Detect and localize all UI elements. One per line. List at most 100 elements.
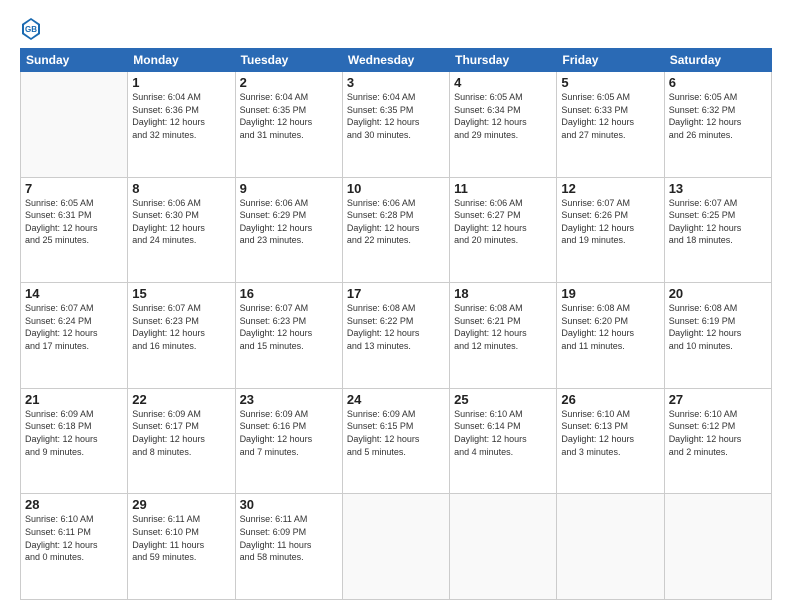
day-number: 20 (669, 286, 767, 301)
calendar-cell: 16Sunrise: 6:07 AM Sunset: 6:23 PM Dayli… (235, 283, 342, 389)
calendar-week-0: 1Sunrise: 6:04 AM Sunset: 6:36 PM Daylig… (21, 72, 772, 178)
calendar-cell: 21Sunrise: 6:09 AM Sunset: 6:18 PM Dayli… (21, 388, 128, 494)
day-info: Sunrise: 6:05 AM Sunset: 6:34 PM Dayligh… (454, 91, 552, 141)
day-number: 9 (240, 181, 338, 196)
calendar-cell: 19Sunrise: 6:08 AM Sunset: 6:20 PM Dayli… (557, 283, 664, 389)
day-number: 10 (347, 181, 445, 196)
calendar-cell: 26Sunrise: 6:10 AM Sunset: 6:13 PM Dayli… (557, 388, 664, 494)
calendar-cell: 11Sunrise: 6:06 AM Sunset: 6:27 PM Dayli… (450, 177, 557, 283)
calendar-cell: 9Sunrise: 6:06 AM Sunset: 6:29 PM Daylig… (235, 177, 342, 283)
day-info: Sunrise: 6:08 AM Sunset: 6:19 PM Dayligh… (669, 302, 767, 352)
day-info: Sunrise: 6:07 AM Sunset: 6:23 PM Dayligh… (132, 302, 230, 352)
calendar-cell: 2Sunrise: 6:04 AM Sunset: 6:35 PM Daylig… (235, 72, 342, 178)
day-number: 3 (347, 75, 445, 90)
day-info: Sunrise: 6:06 AM Sunset: 6:28 PM Dayligh… (347, 197, 445, 247)
day-number: 27 (669, 392, 767, 407)
day-number: 29 (132, 497, 230, 512)
day-info: Sunrise: 6:10 AM Sunset: 6:11 PM Dayligh… (25, 513, 123, 563)
calendar-cell: 18Sunrise: 6:08 AM Sunset: 6:21 PM Dayli… (450, 283, 557, 389)
day-info: Sunrise: 6:08 AM Sunset: 6:22 PM Dayligh… (347, 302, 445, 352)
day-info: Sunrise: 6:09 AM Sunset: 6:18 PM Dayligh… (25, 408, 123, 458)
calendar-cell (450, 494, 557, 600)
calendar-cell: 8Sunrise: 6:06 AM Sunset: 6:30 PM Daylig… (128, 177, 235, 283)
day-info: Sunrise: 6:11 AM Sunset: 6:10 PM Dayligh… (132, 513, 230, 563)
calendar-cell: 13Sunrise: 6:07 AM Sunset: 6:25 PM Dayli… (664, 177, 771, 283)
day-number: 18 (454, 286, 552, 301)
day-number: 8 (132, 181, 230, 196)
day-info: Sunrise: 6:06 AM Sunset: 6:30 PM Dayligh… (132, 197, 230, 247)
day-number: 14 (25, 286, 123, 301)
weekday-header-tuesday: Tuesday (235, 49, 342, 72)
day-info: Sunrise: 6:09 AM Sunset: 6:17 PM Dayligh… (132, 408, 230, 458)
calendar-cell (21, 72, 128, 178)
day-info: Sunrise: 6:08 AM Sunset: 6:20 PM Dayligh… (561, 302, 659, 352)
calendar-cell: 25Sunrise: 6:10 AM Sunset: 6:14 PM Dayli… (450, 388, 557, 494)
day-number: 6 (669, 75, 767, 90)
calendar-cell: 22Sunrise: 6:09 AM Sunset: 6:17 PM Dayli… (128, 388, 235, 494)
day-number: 11 (454, 181, 552, 196)
day-number: 23 (240, 392, 338, 407)
day-number: 16 (240, 286, 338, 301)
calendar-cell: 7Sunrise: 6:05 AM Sunset: 6:31 PM Daylig… (21, 177, 128, 283)
calendar-cell: 3Sunrise: 6:04 AM Sunset: 6:35 PM Daylig… (342, 72, 449, 178)
calendar-cell: 24Sunrise: 6:09 AM Sunset: 6:15 PM Dayli… (342, 388, 449, 494)
day-info: Sunrise: 6:05 AM Sunset: 6:33 PM Dayligh… (561, 91, 659, 141)
calendar-week-1: 7Sunrise: 6:05 AM Sunset: 6:31 PM Daylig… (21, 177, 772, 283)
day-number: 28 (25, 497, 123, 512)
weekday-header-row: SundayMondayTuesdayWednesdayThursdayFrid… (21, 49, 772, 72)
day-number: 17 (347, 286, 445, 301)
calendar-cell: 6Sunrise: 6:05 AM Sunset: 6:32 PM Daylig… (664, 72, 771, 178)
day-number: 1 (132, 75, 230, 90)
day-info: Sunrise: 6:07 AM Sunset: 6:24 PM Dayligh… (25, 302, 123, 352)
calendar-cell: 4Sunrise: 6:05 AM Sunset: 6:34 PM Daylig… (450, 72, 557, 178)
day-number: 30 (240, 497, 338, 512)
calendar-cell: 10Sunrise: 6:06 AM Sunset: 6:28 PM Dayli… (342, 177, 449, 283)
day-info: Sunrise: 6:09 AM Sunset: 6:16 PM Dayligh… (240, 408, 338, 458)
calendar-cell: 17Sunrise: 6:08 AM Sunset: 6:22 PM Dayli… (342, 283, 449, 389)
day-info: Sunrise: 6:07 AM Sunset: 6:25 PM Dayligh… (669, 197, 767, 247)
day-info: Sunrise: 6:10 AM Sunset: 6:14 PM Dayligh… (454, 408, 552, 458)
weekday-header-monday: Monday (128, 49, 235, 72)
weekday-header-sunday: Sunday (21, 49, 128, 72)
calendar-cell: 23Sunrise: 6:09 AM Sunset: 6:16 PM Dayli… (235, 388, 342, 494)
day-info: Sunrise: 6:07 AM Sunset: 6:26 PM Dayligh… (561, 197, 659, 247)
weekday-header-friday: Friday (557, 49, 664, 72)
calendar-cell: 28Sunrise: 6:10 AM Sunset: 6:11 PM Dayli… (21, 494, 128, 600)
day-number: 21 (25, 392, 123, 407)
day-number: 22 (132, 392, 230, 407)
weekday-header-wednesday: Wednesday (342, 49, 449, 72)
day-number: 13 (669, 181, 767, 196)
day-number: 2 (240, 75, 338, 90)
day-number: 24 (347, 392, 445, 407)
calendar-cell: 27Sunrise: 6:10 AM Sunset: 6:12 PM Dayli… (664, 388, 771, 494)
day-info: Sunrise: 6:11 AM Sunset: 6:09 PM Dayligh… (240, 513, 338, 563)
calendar-week-3: 21Sunrise: 6:09 AM Sunset: 6:18 PM Dayli… (21, 388, 772, 494)
day-number: 25 (454, 392, 552, 407)
day-number: 7 (25, 181, 123, 196)
day-info: Sunrise: 6:05 AM Sunset: 6:32 PM Dayligh… (669, 91, 767, 141)
day-info: Sunrise: 6:04 AM Sunset: 6:35 PM Dayligh… (240, 91, 338, 141)
calendar-cell: 20Sunrise: 6:08 AM Sunset: 6:19 PM Dayli… (664, 283, 771, 389)
day-info: Sunrise: 6:09 AM Sunset: 6:15 PM Dayligh… (347, 408, 445, 458)
day-info: Sunrise: 6:06 AM Sunset: 6:29 PM Dayligh… (240, 197, 338, 247)
calendar-cell (557, 494, 664, 600)
calendar-week-4: 28Sunrise: 6:10 AM Sunset: 6:11 PM Dayli… (21, 494, 772, 600)
logo-icon: GB (22, 18, 40, 40)
calendar-cell: 5Sunrise: 6:05 AM Sunset: 6:33 PM Daylig… (557, 72, 664, 178)
logo: GB (20, 18, 44, 40)
calendar-week-2: 14Sunrise: 6:07 AM Sunset: 6:24 PM Dayli… (21, 283, 772, 389)
calendar-cell: 1Sunrise: 6:04 AM Sunset: 6:36 PM Daylig… (128, 72, 235, 178)
day-info: Sunrise: 6:08 AM Sunset: 6:21 PM Dayligh… (454, 302, 552, 352)
day-info: Sunrise: 6:04 AM Sunset: 6:35 PM Dayligh… (347, 91, 445, 141)
calendar-cell: 29Sunrise: 6:11 AM Sunset: 6:10 PM Dayli… (128, 494, 235, 600)
day-number: 12 (561, 181, 659, 196)
svg-text:GB: GB (25, 25, 37, 34)
weekday-header-saturday: Saturday (664, 49, 771, 72)
calendar-cell: 30Sunrise: 6:11 AM Sunset: 6:09 PM Dayli… (235, 494, 342, 600)
calendar-table: SundayMondayTuesdayWednesdayThursdayFrid… (20, 48, 772, 600)
day-info: Sunrise: 6:10 AM Sunset: 6:12 PM Dayligh… (669, 408, 767, 458)
day-number: 15 (132, 286, 230, 301)
day-number: 26 (561, 392, 659, 407)
header: GB (20, 18, 772, 40)
page: GB SundayMondayTuesdayWednesdayThursdayF… (0, 0, 792, 612)
